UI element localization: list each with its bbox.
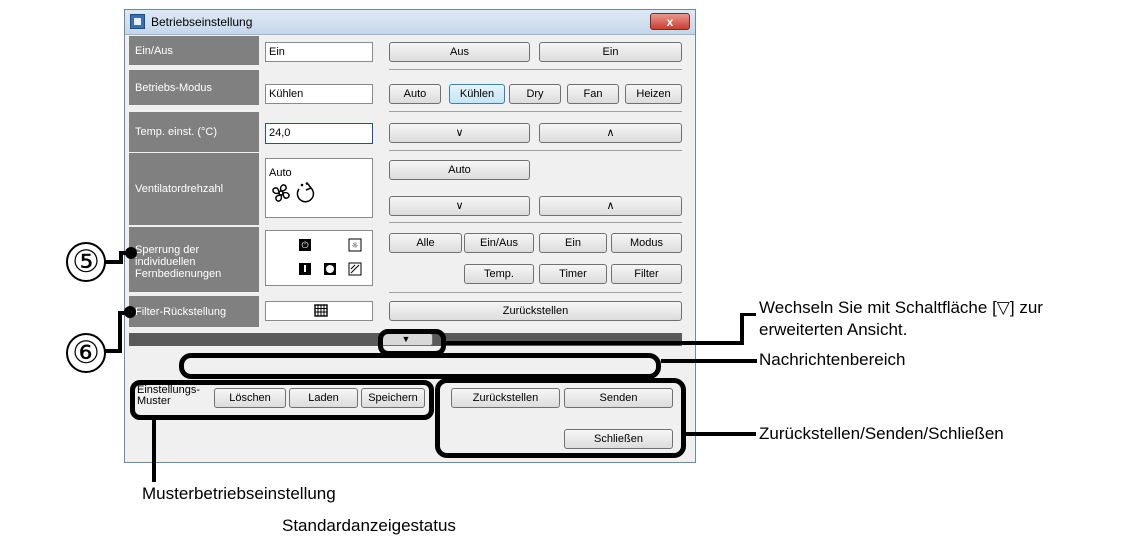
on-off-label: Ein/Aus xyxy=(129,36,259,65)
mode-dry-button[interactable]: Dry xyxy=(509,84,561,104)
lock-filter-button[interactable]: Filter xyxy=(611,264,682,284)
temp-label: Temp. einst. (°C) xyxy=(129,112,259,152)
off-button[interactable]: Aus xyxy=(389,42,530,62)
leader-line xyxy=(740,313,756,316)
lock-icons: ⏻ ☼ xyxy=(299,238,362,276)
title-bar: Betriebseinstellung x xyxy=(125,10,695,35)
fan-auto-button[interactable]: Auto xyxy=(389,160,530,180)
leader-line xyxy=(446,341,742,345)
pattern-note: Musterbetriebseinstellung xyxy=(142,484,336,503)
temp-down-button[interactable]: ∨ xyxy=(389,123,530,143)
actions-note: Zurückstellen/Senden/Schließen xyxy=(759,424,1004,443)
temp-input[interactable]: 24,0 xyxy=(265,123,373,144)
close-button[interactable]: x xyxy=(650,13,690,30)
lock-on-button[interactable]: Ein xyxy=(539,233,607,253)
fan-speed-value: Auto xyxy=(269,167,292,179)
expand-note-line2: erweiterten Ansicht. xyxy=(759,320,908,339)
fan-up-button[interactable]: ∧ xyxy=(539,196,682,216)
mode-heat-button[interactable]: Heizen xyxy=(625,84,682,104)
expand-note-line1: Wechseln Sie mit Schaltfläche [▽] zur xyxy=(759,298,1043,317)
lock-status-display: ⏻ ☼ xyxy=(265,230,373,286)
filter-reset-label: Filter-Rückstellung xyxy=(129,296,259,327)
app-icon xyxy=(130,14,145,29)
fan-speed-icon xyxy=(272,182,315,203)
divider xyxy=(389,69,682,70)
window-title: Betriebseinstellung xyxy=(151,15,253,29)
lock-timer-button[interactable]: Timer xyxy=(539,264,607,284)
expand-button-highlight xyxy=(378,329,446,356)
filter-reset-button[interactable]: Zurückstellen xyxy=(389,301,682,321)
mode-cool-button[interactable]: Kühlen xyxy=(449,84,505,104)
lock-onoff-button[interactable]: Ein/Aus xyxy=(464,233,534,253)
fan-down-button[interactable]: ∨ xyxy=(389,196,530,216)
mode-value: Kühlen xyxy=(265,84,373,104)
callout-line xyxy=(118,311,122,353)
leader-line xyxy=(686,432,756,436)
svg-text:⏻: ⏻ xyxy=(301,240,308,251)
figure-caption: Standardanzeigestatus xyxy=(282,516,456,535)
pattern-highlight xyxy=(130,380,434,420)
lock-all-button[interactable]: Alle xyxy=(389,233,462,253)
fan-speed-display: Auto xyxy=(265,158,373,218)
divider xyxy=(389,150,682,151)
divider xyxy=(389,292,682,293)
callout-dot xyxy=(124,306,136,318)
message-area-note: Nachrichtenbereich xyxy=(759,350,906,369)
message-area-highlight xyxy=(179,353,661,379)
svg-text:☼: ☼ xyxy=(351,241,358,250)
leader-line xyxy=(152,420,156,482)
remote-lock-label: Sperrung der individuellen Fernbedienung… xyxy=(129,227,259,292)
remote-lock-label-text: Sperrung der individuellen Fernbedienung… xyxy=(135,243,222,280)
lock-temp-button[interactable]: Temp. xyxy=(464,264,534,284)
divider xyxy=(389,222,682,223)
temp-up-button[interactable]: ∧ xyxy=(539,123,682,143)
mode-label: Betriebs-Modus xyxy=(129,70,259,105)
leader-line xyxy=(740,313,744,345)
lock-mode-button[interactable]: Modus xyxy=(611,233,682,253)
callout-number-5: ⑤ xyxy=(66,242,106,282)
on-button[interactable]: Ein xyxy=(539,42,682,62)
actions-highlight xyxy=(435,378,686,458)
mode-fan-button[interactable]: Fan xyxy=(567,84,619,104)
divider xyxy=(389,111,682,112)
leader-line xyxy=(661,359,757,363)
filter-status-display xyxy=(265,301,373,321)
filter-icon xyxy=(314,304,328,317)
fan-speed-label: Ventilatordrehzahl xyxy=(129,153,259,225)
callout-dot xyxy=(125,247,137,259)
on-off-value: Ein xyxy=(265,42,373,62)
callout-number-6: ⑥ xyxy=(66,333,106,373)
mode-auto-button[interactable]: Auto xyxy=(389,84,441,104)
